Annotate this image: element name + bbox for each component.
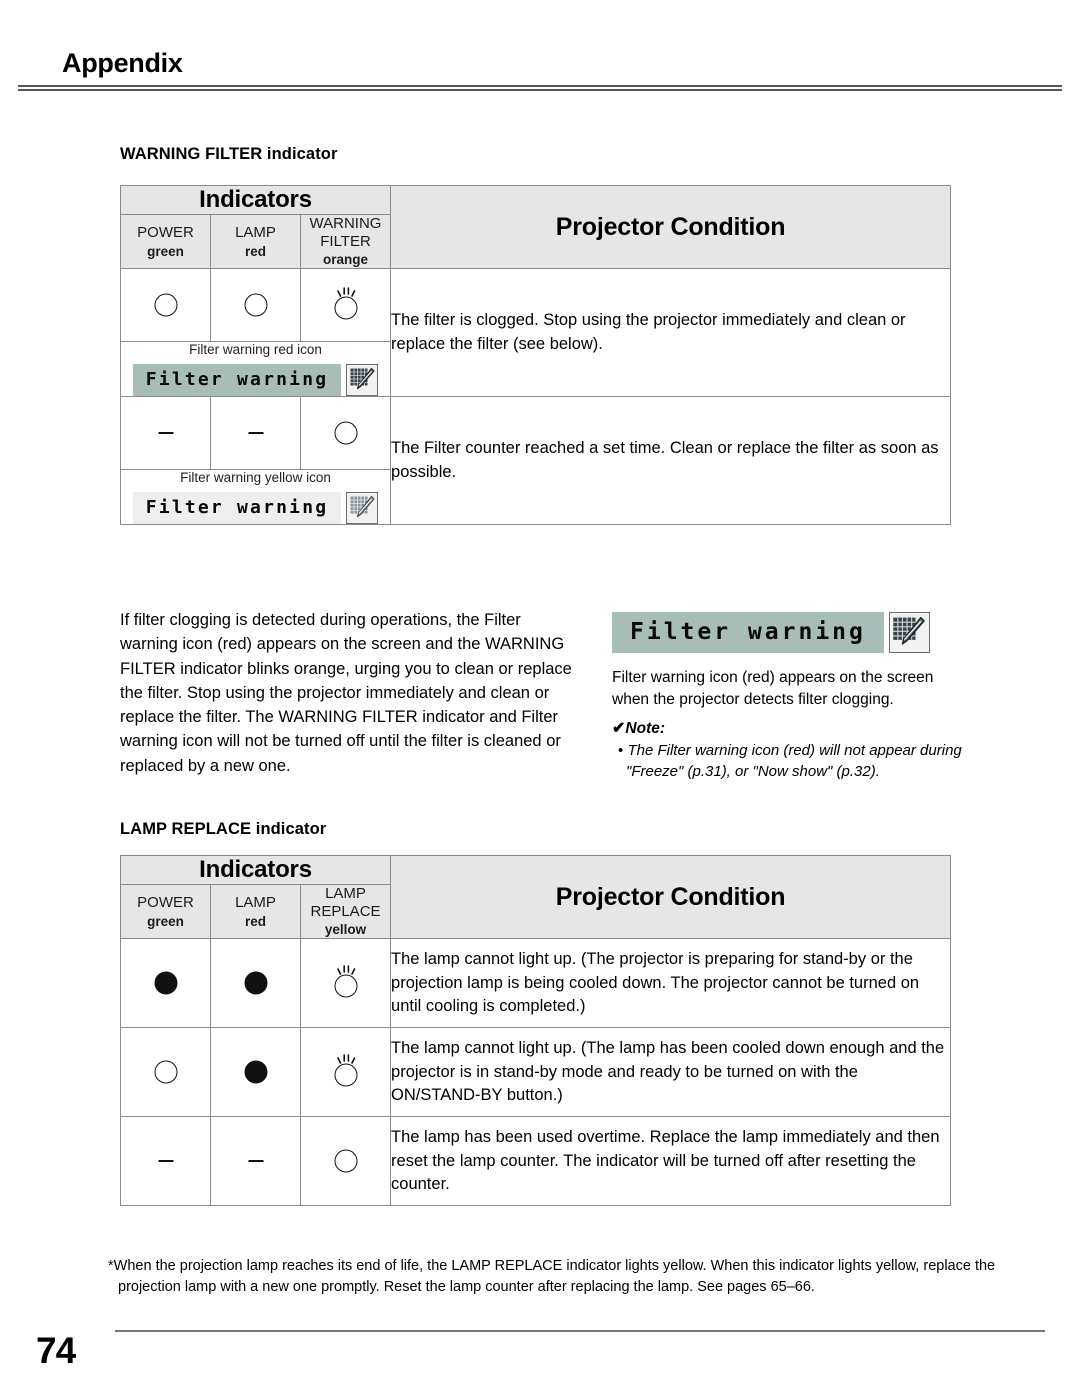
table-row: The lamp cannot light up. (The lamp has … <box>120 1027 952 1118</box>
indicator-off-icon <box>239 285 273 325</box>
filter-warning-osd-red: Filter warning red icon Filter warning <box>119 341 392 398</box>
indicator-power-state <box>120 268 211 343</box>
osd-banner-large: Filter warning <box>612 612 930 653</box>
projector-condition-header: Projector Condition <box>390 184 952 270</box>
table-row: The lamp has been used overtime. Replace… <box>120 1116 952 1207</box>
header-divider <box>18 85 1062 91</box>
osd-banner: Filter warning <box>132 364 379 397</box>
footnote-text: When the projection lamp reaches its end… <box>113 1258 996 1295</box>
check-icon: ✔ <box>612 720 626 738</box>
column-color: yellow <box>324 922 367 938</box>
condition-text: The lamp has been used overtime. Replace… <box>390 1116 952 1207</box>
osd-label: Filter warning <box>612 612 884 653</box>
bullet-icon: • <box>618 742 624 760</box>
column-name: LAMP REPLACE <box>310 885 381 920</box>
column-header-lamp: LAMP red <box>210 883 301 940</box>
column-name: POWER <box>137 893 194 911</box>
osd-caption: Filter warning red icon <box>189 342 322 358</box>
section-label-lamp-replace: LAMP REPLACE indicator <box>120 820 327 838</box>
page-number: 74 <box>36 1330 76 1371</box>
column-name: LAMP <box>235 893 276 911</box>
column-header-power: POWER green <box>120 213 211 270</box>
lamp-replace-table: Indicators Projector Condition POWER gre… <box>119 854 952 1207</box>
footnote: *When the projection lamp reaches its en… <box>102 1256 998 1297</box>
column-name: WARNING FILTER <box>309 215 382 250</box>
indicator-dash-icon <box>149 1141 183 1181</box>
indicator-power-state <box>120 396 211 471</box>
page-header: Appendix <box>0 0 1080 91</box>
indicator-dash-icon <box>239 413 273 453</box>
indicator-blinking-icon <box>329 1052 363 1092</box>
osd-caption: Filter warning yellow icon <box>180 470 331 486</box>
table-row: The lamp cannot light up. (The projector… <box>120 938 952 1029</box>
table-row: The filter is clogged. Stop using the pr… <box>120 268 952 398</box>
table-header-row: Indicators Projector Condition <box>119 854 952 940</box>
indicator-blinking-icon <box>329 285 363 325</box>
indicator-off-icon <box>329 1141 363 1181</box>
column-color: orange <box>323 252 369 268</box>
filter-brush-icon <box>346 492 379 525</box>
indicator-dash-icon <box>149 413 183 453</box>
column-color: green <box>147 913 184 929</box>
indicator-off-icon <box>149 1052 183 1092</box>
indicator-off-icon <box>149 285 183 325</box>
projector-condition-header: Projector Condition <box>390 854 952 940</box>
column-name: POWER <box>137 223 194 241</box>
indicator-dash-icon <box>239 1141 273 1181</box>
column-color: red <box>244 913 266 929</box>
condition-text: The lamp cannot light up. (The projector… <box>390 938 952 1029</box>
indicator-blinking-icon <box>329 963 363 1003</box>
note-title: Note: <box>625 720 666 738</box>
indicator-lamp-replace-state <box>299 1027 392 1118</box>
indicator-lamp-state <box>210 1116 301 1207</box>
column-header-lamp: LAMP red <box>210 213 301 270</box>
indicator-power-state <box>120 938 211 1029</box>
indicator-power-state <box>120 1027 211 1118</box>
filter-brush-icon <box>888 612 930 653</box>
indicator-warning-filter-state <box>299 268 392 343</box>
column-header-power: POWER green <box>120 883 211 940</box>
indicator-on-icon <box>239 963 273 1003</box>
osd-banner: Filter warning <box>132 492 379 525</box>
column-name: LAMP <box>235 223 276 241</box>
filter-warning-osd-yellow: Filter warning yellow icon Filter warnin… <box>119 469 392 526</box>
indicator-lamp-state <box>210 938 301 1029</box>
condition-text: The filter is clogged. Stop using the pr… <box>390 268 952 398</box>
indicator-on-icon <box>239 1052 273 1092</box>
section-label-warning-filter: WARNING FILTER indicator <box>120 145 338 163</box>
indicator-off-icon <box>329 413 363 453</box>
column-color: red <box>244 243 266 259</box>
column-header-warning-filter: WARNING FILTER orange <box>299 213 392 270</box>
indicator-lamp-replace-state <box>299 1116 392 1207</box>
indicator-lamp-state <box>210 396 301 471</box>
osd-label: Filter warning <box>132 364 342 397</box>
indicator-warning-filter-state <box>299 396 392 471</box>
indicator-lamp-state <box>210 268 301 343</box>
indicator-lamp-replace-state <box>299 938 392 1029</box>
warning-filter-table: Indicators Projector Condition POWER gre… <box>119 184 952 526</box>
table-header-row: Indicators Projector Condition <box>119 184 952 270</box>
column-color: green <box>147 243 184 259</box>
note-item: • The Filter warning icon (red) will not… <box>612 741 972 782</box>
osd-label: Filter warning <box>132 492 342 525</box>
osd-example-block: Filter warning Filter warning icon (red)… <box>612 612 972 783</box>
footer-divider <box>115 1330 1045 1332</box>
filter-brush-icon <box>346 364 379 397</box>
filter-explanation-paragraph: If filter clogging is detected during op… <box>120 611 572 775</box>
condition-text: The lamp cannot light up. (The lamp has … <box>390 1027 952 1118</box>
osd-description: Filter warning icon (red) appears on the… <box>612 669 934 708</box>
indicators-header: Indicators <box>119 185 392 215</box>
note-text: The Filter warning icon (red) will not a… <box>626 742 962 781</box>
note-heading: ✔Note: <box>612 718 972 738</box>
indicators-header: Indicators <box>119 855 392 885</box>
indicator-lamp-state <box>210 1027 301 1118</box>
condition-text: The Filter counter reached a set time. C… <box>390 396 952 526</box>
indicator-on-icon <box>149 963 183 1003</box>
indicator-power-state <box>120 1116 211 1207</box>
page-title: Appendix <box>62 48 183 78</box>
table-row: The Filter counter reached a set time. C… <box>120 396 952 526</box>
column-header-lamp-replace: LAMP REPLACE yellow <box>299 883 392 940</box>
